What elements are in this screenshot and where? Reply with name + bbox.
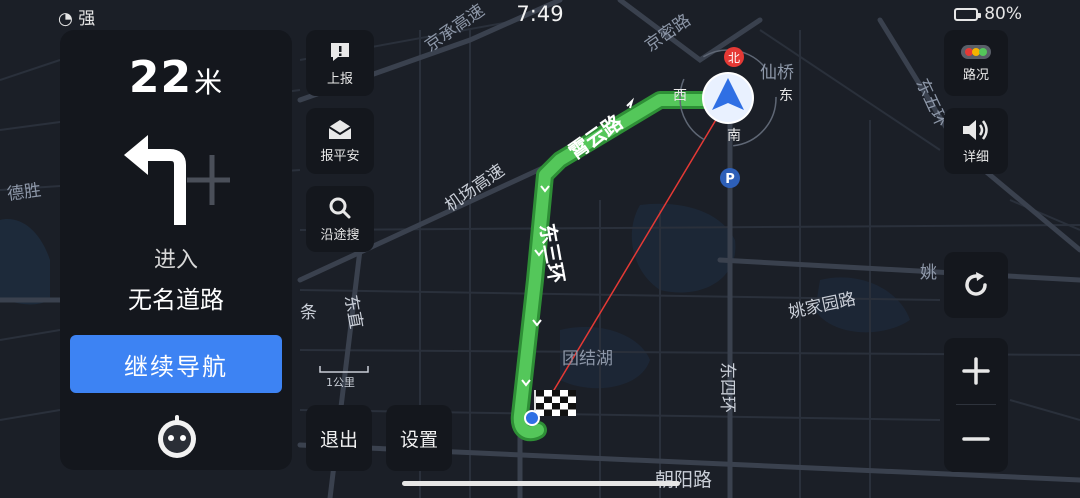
map-label-chaoyang: 朝阳路 [655,469,712,491]
minus-icon [962,437,990,441]
map-label-yitiao: 条 [300,303,317,323]
map-label-tuanjiehu: 团结湖 [562,349,613,369]
parking-icon-letter: P [725,172,735,187]
exit-button[interactable]: 退出 [306,405,372,471]
search-along-label: 沿途搜 [320,227,360,243]
distance-value: 22 [128,52,193,103]
compass-east: 东 [779,88,793,104]
status-time: 7:49 [516,2,564,26]
traffic-label: 路况 [962,67,989,83]
report-label: 上报 [326,71,353,87]
battery-percent: 80% [984,4,1022,24]
map-label-xianqiao: 仙桥 [760,63,794,83]
zoom-divider [956,404,996,405]
safety-label: 报平安 [320,148,360,164]
status-battery: 80% [954,4,1022,24]
report-button[interactable]: 上报 [306,30,374,96]
guidance-road-name: 无名道路 [128,286,224,314]
compass-south: 南 [727,128,741,144]
refresh-icon [965,272,987,296]
zoom-in-button[interactable] [944,338,1008,404]
turn-left-icon [124,135,230,225]
speaker-icon [963,119,988,140]
continue-navigation-button[interactable]: 继续导航 [70,335,282,393]
search-icon [329,197,351,218]
detail-label: 详细 [962,149,989,165]
zoom-out-button[interactable] [944,406,1008,472]
detail-button[interactable]: 详细 [944,108,1008,174]
settings-button[interactable]: 设置 [386,405,452,471]
robot-assistant-icon[interactable] [154,414,200,460]
home-indicator[interactable] [402,481,680,486]
guidance-panel: 22米 进入 无名道路 继续导航 [60,30,292,470]
signal-label: 强 [78,9,96,29]
traffic-button[interactable]: 路况 [944,30,1008,96]
map-scale-label: 1公里 [326,376,355,389]
distance-unit: 米 [194,66,224,99]
compass-north: 北 [728,51,740,65]
refresh-button[interactable] [944,252,1008,318]
search-along-button[interactable]: 沿途搜 [306,186,374,252]
plus-icon [962,357,990,385]
battery-icon [954,7,982,21]
safety-button[interactable]: 报平安 [306,108,374,174]
compass-west: 西 [673,88,687,104]
status-bar: ◔ 强 7:49 80% [0,0,1080,30]
status-signal: ◔ 强 [58,4,95,29]
mail-icon [328,119,352,139]
report-exclamation-icon [331,42,349,61]
traffic-light-icon [961,44,991,59]
signal-icon: ◔ [58,9,73,29]
zoom-controls [944,338,1008,472]
guidance-distance: 22米 [60,52,292,103]
map-label-dongsi: 东四环 [717,362,737,413]
guidance-action: 进入 [153,248,198,273]
map-label-yao: 姚 [920,263,937,283]
